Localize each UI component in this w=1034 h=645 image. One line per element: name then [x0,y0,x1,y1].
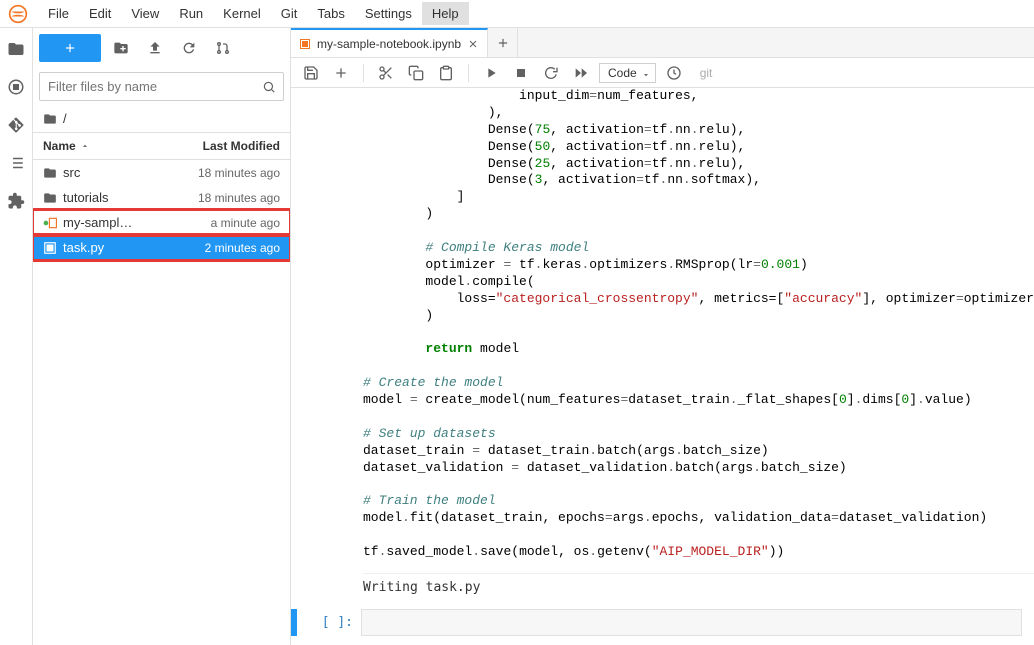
cell-type-select[interactable]: Code [599,63,656,83]
git-pull-icon[interactable] [215,40,231,56]
paste-icon[interactable] [438,65,454,81]
add-cell-icon[interactable] [333,65,349,81]
cell-indicator [291,609,297,636]
new-launcher-button[interactable] [39,34,101,62]
restart-icon[interactable] [543,65,559,81]
chevron-down-icon [641,70,651,80]
copy-icon[interactable] [408,65,424,81]
breadcrumb[interactable]: / [33,105,290,132]
file-row[interactable]: task.py2 minutes ago [33,235,290,260]
upload-icon[interactable] [147,40,163,56]
tab-bar: my-sample-notebook.ipynb [291,28,1034,58]
cut-icon[interactable] [378,65,394,81]
file-browser-toolbar [33,28,290,68]
menu-tabs[interactable]: Tabs [307,2,354,25]
file-list-header: Name Last Modified [33,132,290,160]
run-all-icon[interactable] [573,65,589,81]
search-icon [262,80,276,94]
menu-file[interactable]: File [38,2,79,25]
file-row[interactable]: my-sampl…a minute ago [33,210,290,235]
kernel-status-icon[interactable] [666,65,682,81]
empty-code-cell[interactable]: [ ]: [291,609,1034,636]
menu-view[interactable]: View [121,2,169,25]
running-icon[interactable] [7,78,25,96]
cell-prompt: [ ]: [317,609,361,636]
file-browser: / Name Last Modified src18 minutes agotu… [33,28,291,645]
notebook-icon [299,38,311,50]
name-column[interactable]: Name [43,139,90,153]
notebook-toolbar: Code git [291,58,1034,88]
jupyter-logo [8,4,28,24]
folder-icon [43,112,57,126]
menu-git[interactable]: Git [271,2,308,25]
stop-icon[interactable] [513,65,529,81]
notebook-area: input_dim=num_features, ), Dense(75, act… [291,88,1034,645]
menubar: FileEditViewRunKernelGitTabsSettingsHelp [0,0,1034,28]
add-tab-button[interactable] [488,28,518,57]
refresh-icon[interactable] [181,40,197,56]
file-list: src18 minutes agotutorials18 minutes ago… [33,160,290,645]
menu-settings[interactable]: Settings [355,2,422,25]
menu-kernel[interactable]: Kernel [213,2,271,25]
close-icon[interactable] [467,38,479,50]
run-icon[interactable] [483,65,499,81]
modified-column[interactable]: Last Modified [203,139,280,153]
file-row[interactable]: tutorials18 minutes ago [33,185,290,210]
filter-input[interactable] [39,72,284,101]
code-output: input_dim=num_features, ), Dense(75, act… [363,88,1034,573]
menu-run[interactable]: Run [169,2,213,25]
menu-edit[interactable]: Edit [79,2,121,25]
folder-icon[interactable] [7,40,25,58]
stream-output: Writing task.py [363,573,1034,601]
extensions-icon[interactable] [7,192,25,210]
toc-icon[interactable] [7,154,25,172]
notebook-tab[interactable]: my-sample-notebook.ipynb [291,28,488,57]
git-label: git [700,66,713,80]
new-folder-icon[interactable] [113,40,129,56]
sort-up-icon [80,141,90,151]
main-content: my-sample-notebook.ipynb Code gi [291,28,1034,645]
menu-help[interactable]: Help [422,2,469,25]
file-row[interactable]: src18 minutes ago [33,160,290,185]
breadcrumb-path: / [63,111,67,126]
code-input[interactable] [361,609,1022,636]
activity-bar [0,28,33,645]
tab-title: my-sample-notebook.ipynb [317,37,461,51]
git-icon[interactable] [7,116,25,134]
save-icon[interactable] [303,65,319,81]
